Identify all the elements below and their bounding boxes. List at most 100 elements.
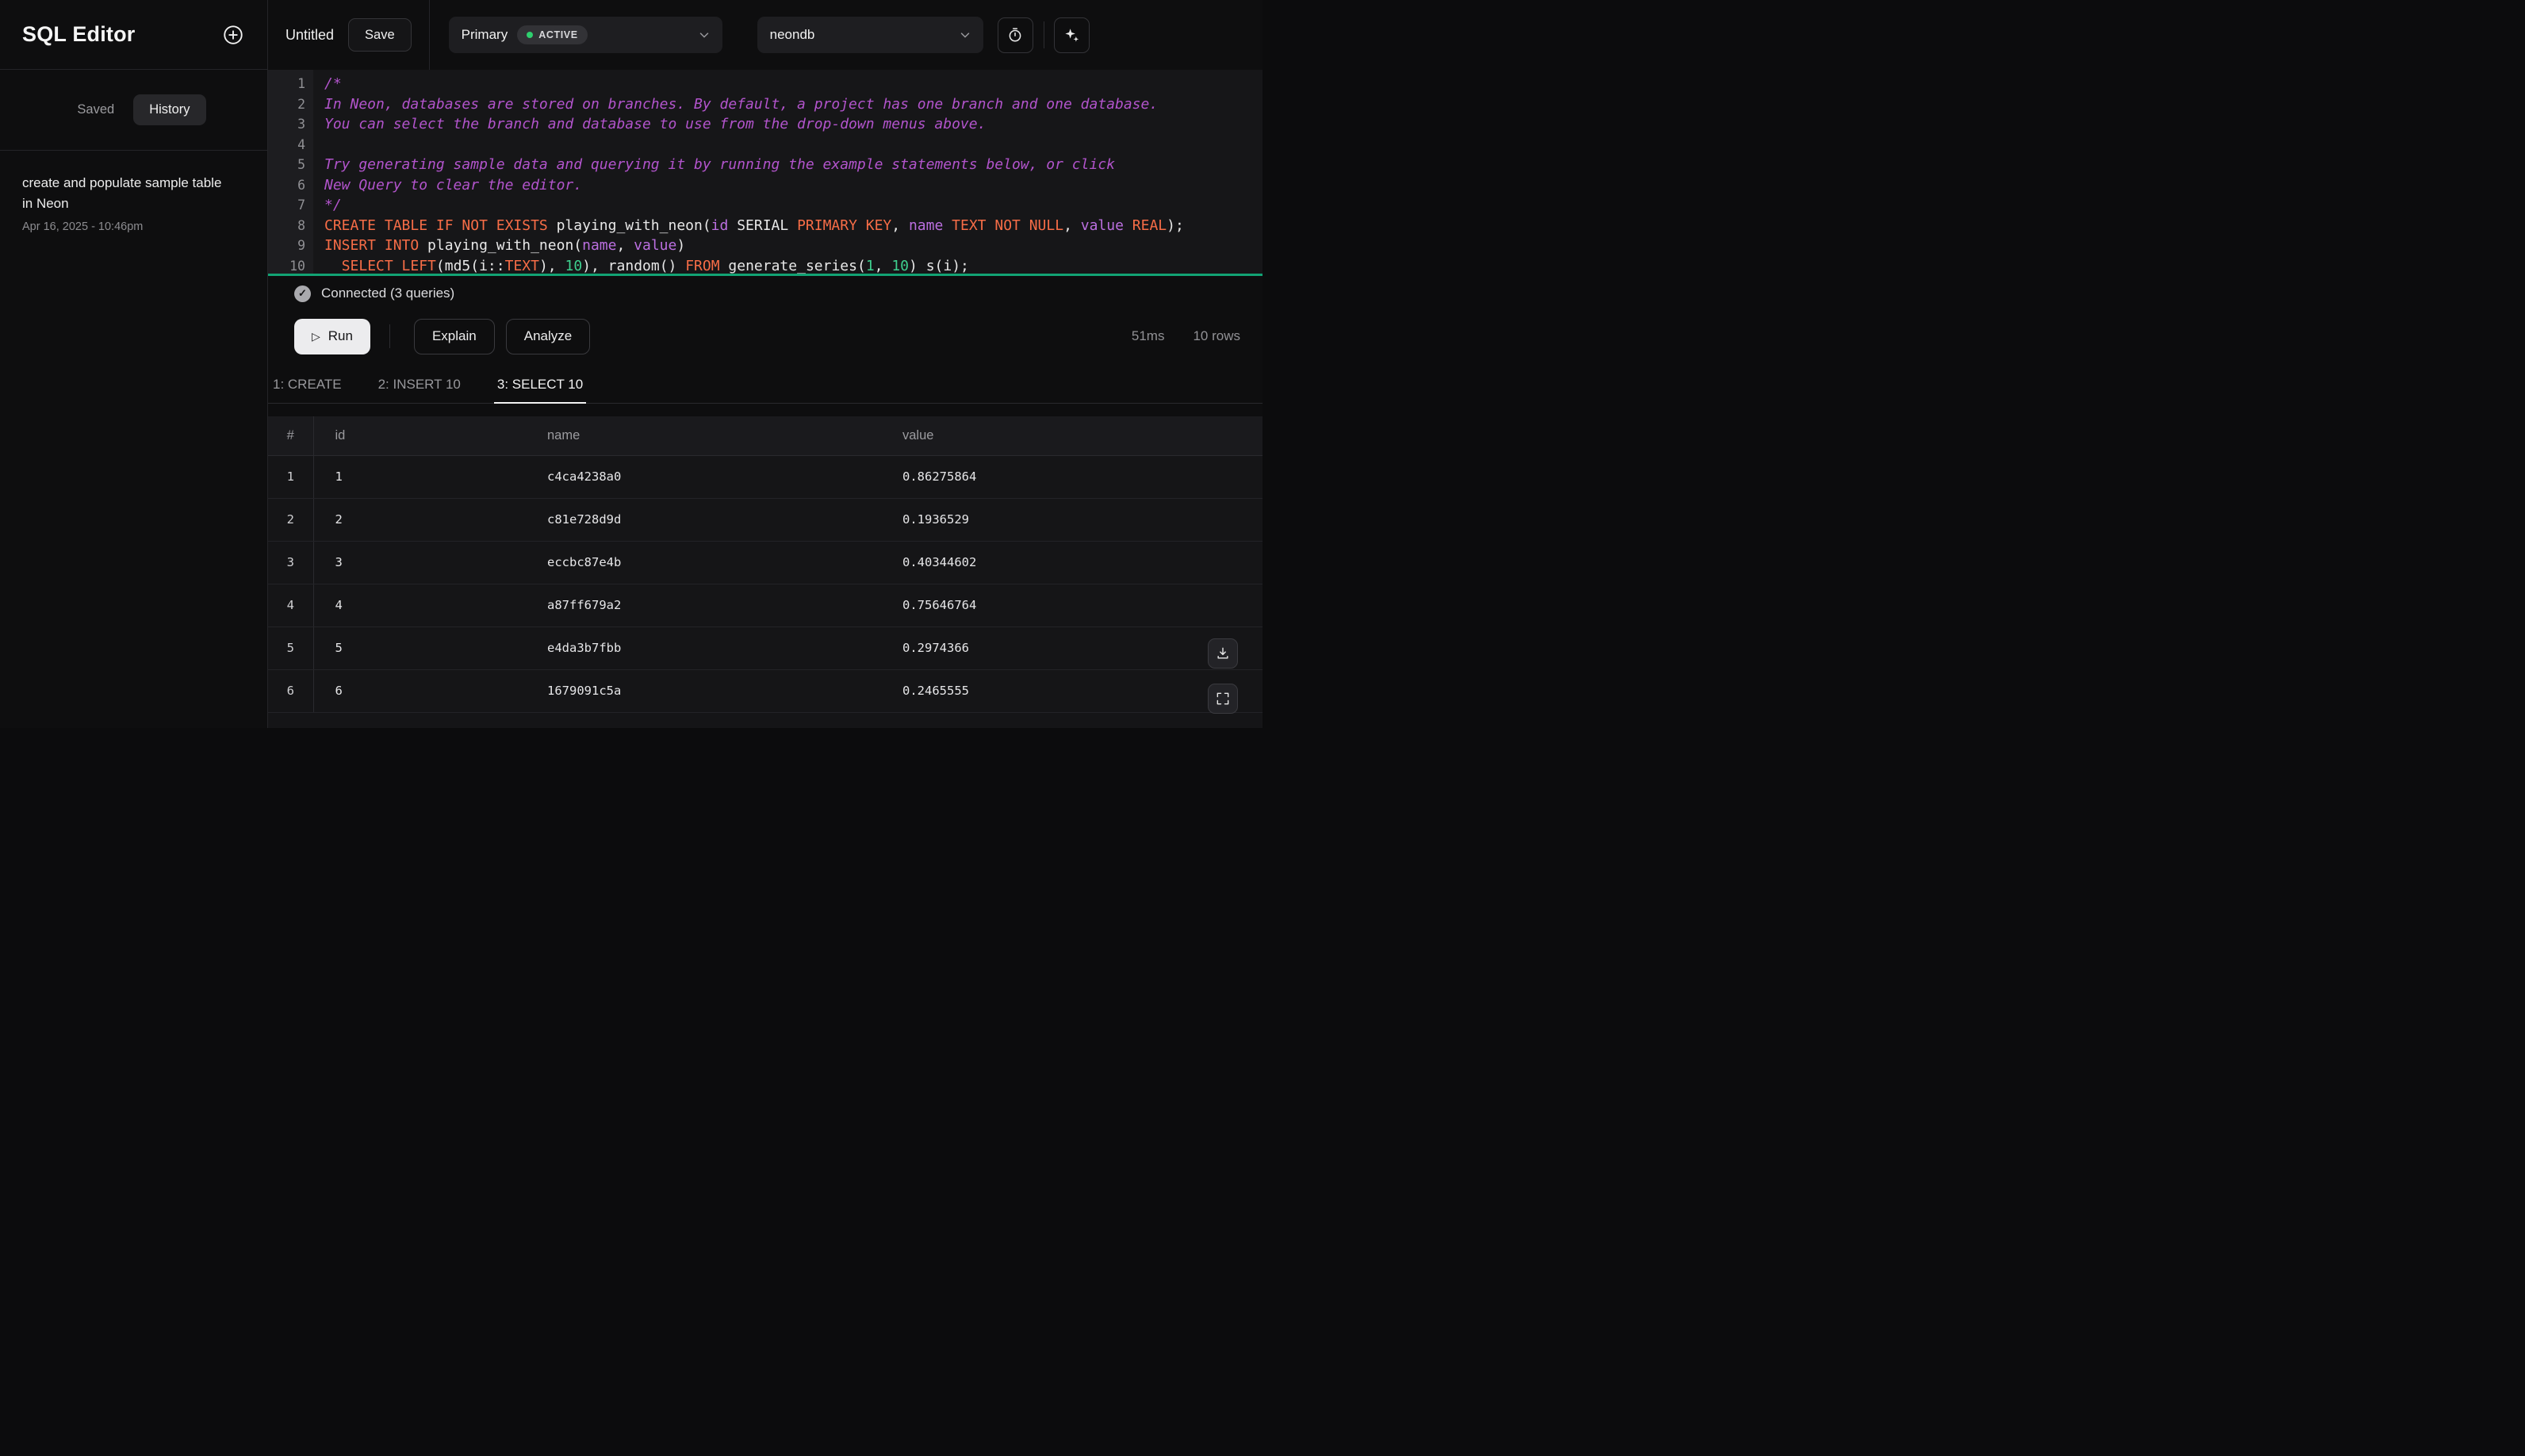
sidebar-tab-history[interactable]: History bbox=[133, 94, 206, 125]
result-cell: 6 bbox=[313, 669, 526, 713]
results-tab-3-select-10[interactable]: 3: SELECT 10 bbox=[493, 366, 587, 404]
token-comment: New Query to clear the editor. bbox=[324, 176, 583, 193]
results-tab-1-create[interactable]: 1: CREATE bbox=[270, 366, 345, 403]
token-plain: (md5(i:: bbox=[435, 257, 505, 274]
expand-button[interactable] bbox=[1208, 684, 1238, 714]
sidebar-header: SQL Editor bbox=[0, 0, 267, 70]
code-line: CREATE TABLE IF NOT EXISTS playing_with_… bbox=[324, 216, 1262, 236]
line-number: 5 bbox=[297, 157, 305, 172]
token-plain: playing_with_neon( bbox=[419, 237, 583, 254]
result-cell: 1 bbox=[313, 455, 526, 499]
column-header-row-number: # bbox=[268, 416, 314, 456]
result-cell: 0.40344602 bbox=[881, 541, 1262, 584]
toolbar-divider bbox=[389, 324, 390, 348]
result-cell: a87ff679a2 bbox=[526, 584, 881, 627]
token-kw: PRIMARY KEY bbox=[797, 216, 892, 234]
result-cell: 3 bbox=[313, 541, 526, 584]
code-line: /* bbox=[324, 74, 1262, 94]
run-button[interactable]: ▷ Run bbox=[294, 318, 370, 354]
sidebar-tab-saved[interactable]: Saved bbox=[61, 94, 130, 125]
token-kw: CREATE TABLE IF NOT EXISTS bbox=[324, 216, 548, 234]
column-header-value: value bbox=[881, 416, 1262, 456]
token-ident: id bbox=[711, 216, 729, 234]
row-count: 10 rows bbox=[1193, 328, 1240, 343]
floating-actions bbox=[1208, 638, 1238, 714]
file-group: Untitled Save bbox=[268, 0, 430, 70]
connection-status-text: Connected (3 queries) bbox=[321, 285, 455, 301]
results-header-row: # id name value bbox=[268, 416, 1262, 456]
new-query-button[interactable] bbox=[221, 23, 245, 47]
code-area[interactable]: /* In Neon, databases are stored on branc… bbox=[313, 70, 1262, 274]
connection-status: ✓ Connected (3 queries) bbox=[268, 276, 1262, 311]
token-plain: , bbox=[874, 257, 892, 274]
branch-status-badge: ACTIVE bbox=[517, 25, 588, 44]
token-ident: name bbox=[908, 216, 944, 234]
result-cell: 5 bbox=[268, 626, 314, 670]
results-tabs: 1: CREATE 2: INSERT 10 3: SELECT 10 bbox=[268, 366, 1262, 404]
result-cell: 1 bbox=[268, 455, 314, 499]
code-line: */ bbox=[324, 195, 1262, 216]
token-plain: ) bbox=[676, 237, 686, 254]
code-line: Try generating sample data and querying … bbox=[324, 155, 1262, 175]
download-icon bbox=[1215, 646, 1231, 661]
explain-button[interactable]: Explain bbox=[413, 318, 495, 354]
results-grid: # id name value 1 1 c4ca4238a0 0.86275864 2 2 c81… bbox=[268, 416, 1262, 713]
history-item[interactable]: create and populate sample table in Neon… bbox=[22, 173, 245, 233]
sql-editor[interactable]: 1 2 3 4 5 6 7 8 9 10 /* In Neon, databases are sto… bbox=[268, 70, 1262, 276]
token-num: 1 bbox=[865, 257, 875, 274]
ai-assist-button[interactable] bbox=[1053, 17, 1090, 53]
code-line: SELECT LEFT(md5(i::TEXT), 10), random() … bbox=[324, 256, 1262, 274]
query-duration: 51ms bbox=[1131, 328, 1165, 343]
line-number: 3 bbox=[297, 117, 305, 132]
circle-plus-icon bbox=[221, 23, 245, 47]
sidebar: SQL Editor Saved History create and popul… bbox=[0, 0, 268, 728]
save-button[interactable]: Save bbox=[348, 18, 412, 52]
history-item-title: create and populate sample table in Neon bbox=[22, 175, 222, 211]
result-row: 5 5 e4da3b7fbb 0.2974366 bbox=[268, 626, 1262, 670]
token-plain: generate_series( bbox=[719, 257, 866, 274]
result-cell: 0.2465555 bbox=[881, 669, 1262, 713]
code-line: INSERT INTO playing_with_neon(name, valu… bbox=[324, 236, 1262, 256]
line-numbers: 1 2 3 4 5 6 7 8 9 10 bbox=[268, 70, 313, 274]
line-number: 2 bbox=[297, 96, 305, 112]
column-header-name: name bbox=[526, 416, 881, 456]
line-number: 6 bbox=[297, 177, 305, 193]
token-ident: name bbox=[582, 237, 617, 254]
token-kw: SELECT LEFT bbox=[341, 257, 436, 274]
download-button[interactable] bbox=[1208, 638, 1238, 669]
chevron-down-icon bbox=[958, 28, 972, 42]
result-cell: 3 bbox=[268, 541, 314, 584]
query-history-button[interactable] bbox=[997, 17, 1033, 53]
token-plain: , bbox=[616, 237, 634, 254]
result-cell: 0.1936529 bbox=[881, 498, 1262, 542]
database-select[interactable]: neondb bbox=[757, 17, 983, 53]
token-kw: TEXT NOT NULL bbox=[952, 216, 1064, 234]
branch-select[interactable]: Primary ACTIVE bbox=[448, 17, 722, 53]
line-number: 4 bbox=[297, 136, 305, 152]
line-number: 7 bbox=[297, 197, 305, 213]
token-ident: value bbox=[1080, 216, 1124, 234]
results-table: # id name value 1 1 c4ca4238a0 0.86275864 2 2 c81… bbox=[268, 416, 1262, 728]
active-dot-icon bbox=[527, 32, 534, 38]
result-cell: 0.2974366 bbox=[881, 626, 1262, 670]
analyze-button[interactable]: Analyze bbox=[505, 318, 591, 354]
token-kw: INSERT INTO bbox=[324, 237, 420, 254]
results-tab-2-insert-10[interactable]: 2: INSERT 10 bbox=[375, 366, 464, 403]
token-ident: value bbox=[634, 237, 677, 254]
code-line: You can select the branch and database t… bbox=[324, 114, 1262, 135]
expand-icon bbox=[1215, 691, 1231, 707]
result-cell: 5 bbox=[313, 626, 526, 670]
run-button-label: Run bbox=[328, 328, 353, 343]
database-name: neondb bbox=[769, 27, 815, 42]
result-row: 2 2 c81e728d9d 0.1936529 bbox=[268, 498, 1262, 542]
query-toolbar: ▷ Run Explain Analyze 51ms 10 rows bbox=[268, 311, 1262, 362]
token-num: 10 bbox=[891, 257, 910, 274]
sidebar-tabs: Saved History bbox=[0, 70, 267, 151]
token-kw: FROM bbox=[685, 257, 720, 274]
token-plain: ), random() bbox=[582, 257, 686, 274]
check-circle-icon: ✓ bbox=[294, 285, 311, 302]
history-item-date: Apr 16, 2025 - 10:46pm bbox=[22, 220, 144, 233]
